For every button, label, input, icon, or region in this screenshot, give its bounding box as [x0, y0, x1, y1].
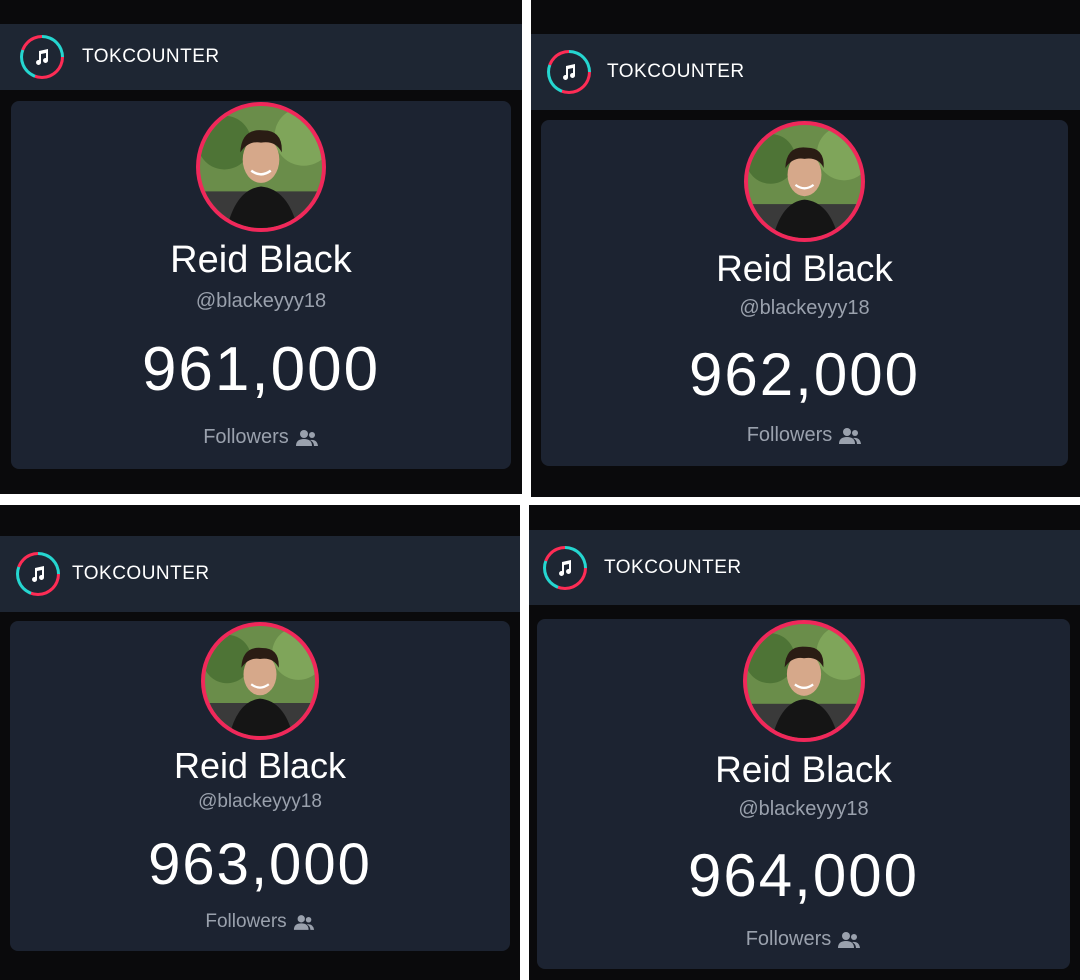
profile-handle: @blackeyyy18 — [738, 798, 869, 820]
app-header: TOKCOUNTER — [529, 530, 1080, 605]
profile-card: Reid Black @blackeyyy18 964,000 Follower… — [537, 619, 1070, 969]
follower-count: 964,000 — [688, 842, 919, 909]
profile-name: Reid Black — [716, 248, 893, 289]
brand-name[interactable]: TOKCOUNTER — [607, 61, 745, 83]
follower-count: 963,000 — [148, 832, 372, 897]
app-header: TOKCOUNTER — [0, 24, 522, 90]
followers-row: Followers — [541, 424, 1068, 447]
followers-label: Followers — [746, 424, 833, 446]
users-icon — [839, 427, 862, 444]
profile-name: Reid Black — [173, 745, 347, 786]
profile-handle: @blackeyyy18 — [198, 791, 322, 812]
follower-count: 962,000 — [689, 341, 920, 408]
followers-row: Followers — [11, 426, 511, 449]
profile-name: Reid Black — [170, 239, 352, 281]
brand-name[interactable]: TOKCOUNTER — [82, 46, 220, 68]
followers-row: Followers — [537, 928, 1070, 951]
avatar — [196, 102, 326, 232]
followers-row: Followers — [10, 911, 510, 933]
profile-handle: @blackeyyy18 — [195, 290, 327, 312]
avatar — [743, 620, 865, 742]
followers-label: Followers — [203, 426, 289, 448]
app-header: TOKCOUNTER — [531, 34, 1080, 110]
tokcounter-panel-4: TOKCOUNTER Reid Black @blackeyyy18 964,0… — [529, 505, 1080, 980]
follower-count: 961,000 — [141, 335, 381, 404]
music-note-icon[interactable] — [20, 35, 64, 79]
music-note-icon[interactable] — [16, 552, 60, 596]
app-header: TOKCOUNTER — [0, 536, 520, 612]
users-icon — [293, 914, 314, 930]
profile-card: Reid Black @blackeyyy18 962,000 Follower… — [541, 120, 1068, 466]
followers-label: Followers — [745, 928, 832, 950]
profile-handle: @blackeyyy18 — [739, 297, 870, 319]
users-icon — [838, 931, 861, 948]
music-note-icon[interactable] — [543, 545, 587, 590]
profile-card: Reid Black @blackeyyy18 961,000 Follower… — [11, 101, 511, 469]
avatar — [201, 622, 319, 740]
users-icon — [295, 429, 318, 446]
profile-card: Reid Black @blackeyyy18 963,000 Follower… — [10, 621, 510, 951]
brand-name[interactable]: TOKCOUNTER — [72, 563, 210, 585]
music-note-icon[interactable] — [547, 50, 591, 94]
profile-name: Reid Black — [715, 749, 892, 790]
followers-label: Followers — [205, 911, 287, 932]
brand-name[interactable]: TOKCOUNTER — [604, 557, 742, 579]
tokcounter-panel-1: TOKCOUNTER Reid Black @blackeyyy18 961,0… — [0, 0, 522, 494]
tokcounter-panel-2: TOKCOUNTER Reid Black @blackeyyy18 962,0… — [531, 0, 1080, 497]
avatar — [744, 121, 865, 242]
tokcounter-panel-3: TOKCOUNTER Reid Black @blackeyyy18 963,0… — [0, 505, 520, 980]
